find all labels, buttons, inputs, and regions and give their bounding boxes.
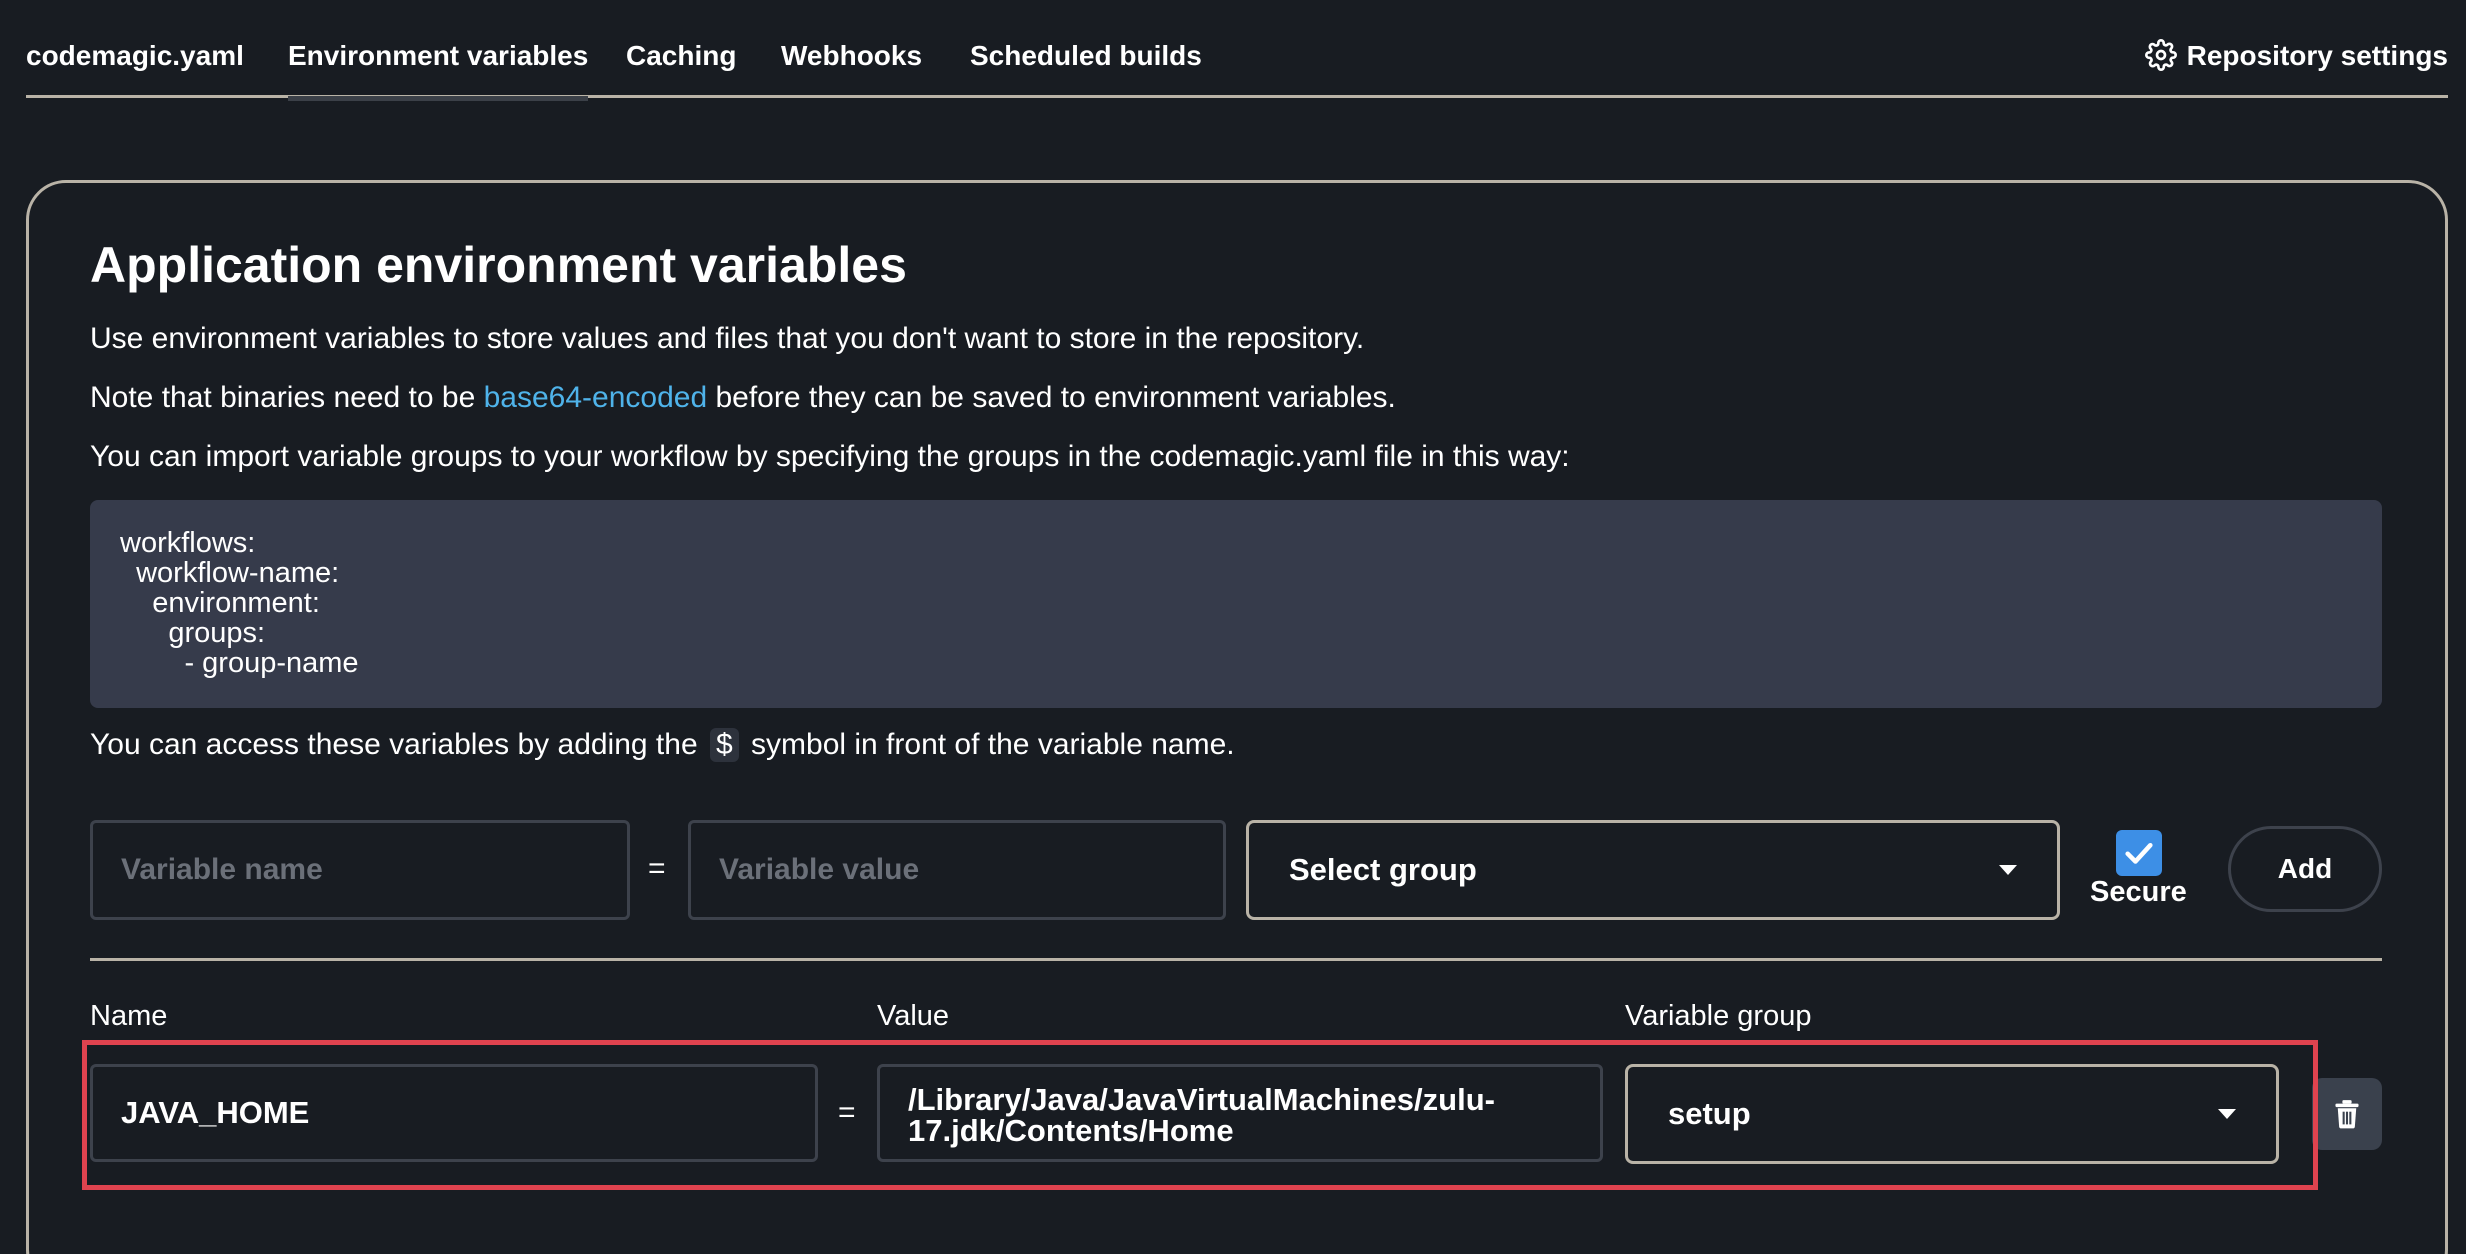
tab-scheduled-builds[interactable]: Scheduled builds bbox=[970, 40, 1202, 98]
access-note-before: You can access these variables by adding… bbox=[90, 728, 698, 761]
select-group-label: Select group bbox=[1289, 852, 1477, 887]
secure-checkbox[interactable] bbox=[2116, 830, 2162, 876]
dollar-symbol: $ bbox=[709, 728, 739, 762]
variable-value-input[interactable] bbox=[688, 820, 1226, 920]
repository-settings-label: Repository settings bbox=[2186, 40, 2448, 71]
tab-bar: codemagic.yaml Environment variables Cac… bbox=[26, 0, 2448, 101]
check-icon bbox=[2125, 842, 2153, 864]
base64-encoded-link[interactable]: base64-encoded bbox=[484, 381, 708, 414]
variable-value-line-1: /Library/Java/JavaVirtualMachines/zulu- bbox=[908, 1082, 1495, 1117]
chevron-down-icon bbox=[1999, 865, 2017, 875]
tab-webhooks[interactable]: Webhooks bbox=[781, 40, 922, 98]
repository-settings-link[interactable]: Repository settings bbox=[2144, 39, 2448, 98]
intro-text-2-after: before they can be saved to environment … bbox=[707, 381, 1396, 414]
code-line: workflows: bbox=[120, 527, 256, 559]
variable-value-field[interactable]: /Library/Java/JavaVirtualMachines/zulu- … bbox=[877, 1064, 1603, 1162]
variable-value-line-2: 17.jdk/Contents/Home bbox=[908, 1113, 1234, 1148]
access-note: You can access these variables by adding… bbox=[90, 728, 1235, 762]
column-header-value: Value bbox=[877, 1000, 950, 1032]
variable-name-value: JAVA_HOME bbox=[121, 1095, 310, 1130]
column-header-name: Name bbox=[90, 1000, 168, 1032]
add-button[interactable]: Add bbox=[2228, 826, 2382, 912]
tab-environment-variables[interactable]: Environment variables bbox=[288, 40, 589, 101]
code-line: workflow-name: bbox=[120, 557, 340, 589]
row-equals-sign: = bbox=[838, 1096, 856, 1129]
divider bbox=[90, 958, 2382, 961]
variable-group-value: setup bbox=[1668, 1096, 1751, 1131]
variable-name-field[interactable]: JAVA_HOME bbox=[90, 1064, 818, 1162]
select-group-dropdown[interactable]: Select group bbox=[1246, 820, 2060, 920]
intro-text-2-before: Note that binaries need to be bbox=[90, 381, 484, 414]
intro-text-3: You can import variable groups to your w… bbox=[90, 440, 1570, 473]
chevron-down-icon bbox=[2218, 1109, 2236, 1119]
equals-sign: = bbox=[648, 852, 666, 885]
gear-icon bbox=[2144, 39, 2177, 71]
tab-codemagic-yaml[interactable]: codemagic.yaml bbox=[26, 40, 244, 98]
access-note-after: symbol in front of the variable name. bbox=[751, 728, 1235, 761]
page-title: Application environment variables bbox=[90, 237, 907, 293]
intro-text-2: Note that binaries need to be base64-enc… bbox=[90, 381, 1396, 415]
code-snippet: workflows: workflow-name: environment: g… bbox=[90, 500, 2382, 708]
variable-group-dropdown[interactable]: setup bbox=[1625, 1064, 2279, 1164]
column-header-group: Variable group bbox=[1625, 1000, 1812, 1032]
delete-variable-button[interactable] bbox=[2312, 1078, 2382, 1150]
tab-caching[interactable]: Caching bbox=[626, 40, 736, 98]
trash-icon bbox=[2335, 1100, 2359, 1129]
secure-label: Secure bbox=[2090, 876, 2187, 908]
code-line: groups: bbox=[120, 617, 266, 649]
variable-name-input[interactable] bbox=[90, 820, 630, 920]
code-line: - group-name bbox=[120, 647, 359, 679]
code-line: environment: bbox=[120, 587, 320, 619]
intro-text-1: Use environment variables to store value… bbox=[90, 322, 1365, 355]
